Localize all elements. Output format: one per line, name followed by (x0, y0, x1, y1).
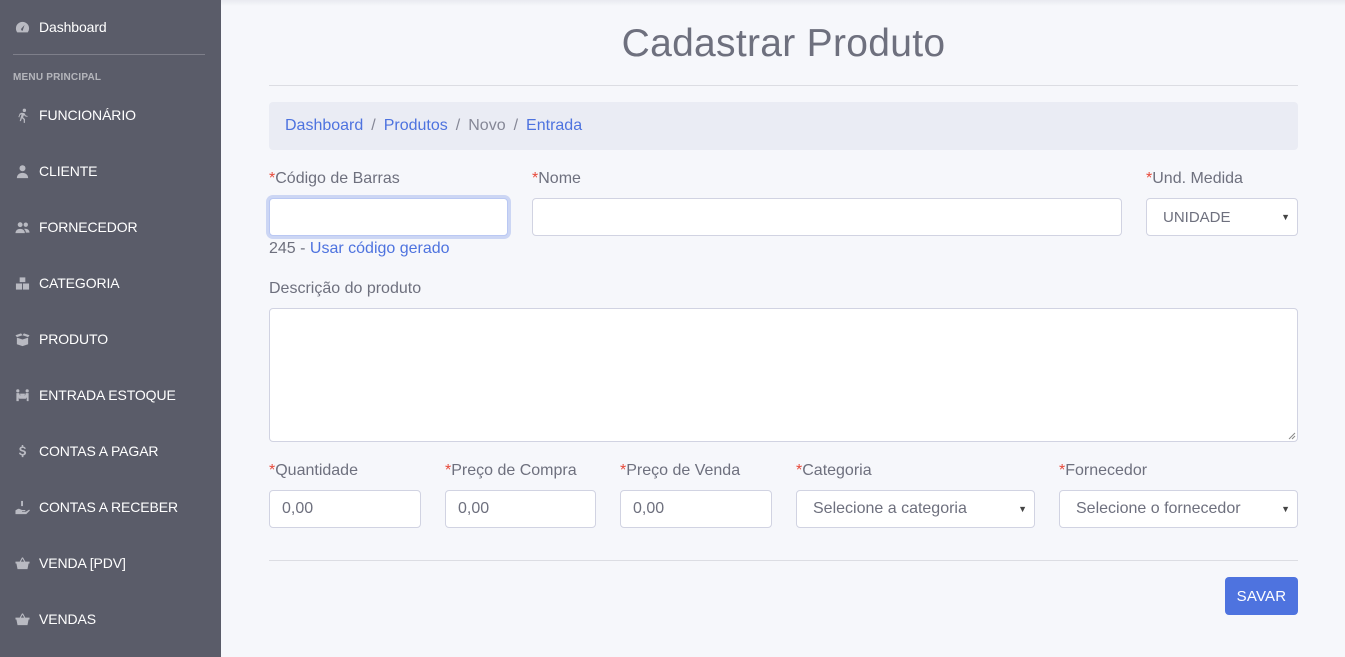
name-input[interactable] (532, 198, 1122, 236)
quantity-label: *Quantidade (269, 462, 358, 480)
sidebar-item-label: FUNCIONÁRIO (39, 107, 136, 123)
sidebar-item-label: CATEGORIA (39, 275, 120, 291)
quantity-input[interactable] (269, 490, 421, 528)
cubes-icon (14, 275, 30, 291)
sidebar-divider (13, 54, 205, 55)
sale-price-label-text: Preço de Venda (626, 462, 741, 479)
supplier-label-text: Fornecedor (1065, 462, 1148, 479)
shopping-basket-icon (14, 611, 30, 627)
breadcrumb-separator: / (513, 117, 519, 134)
sidebar-item-label: FORNECEDOR (39, 219, 138, 235)
unit-select-value: UNIDADE (1163, 208, 1231, 226)
sale-price-label: *Preço de Venda (620, 462, 740, 480)
breadcrumb-produtos[interactable]: Produtos (384, 117, 448, 135)
barcode-input[interactable] (269, 198, 508, 236)
generated-code-number: 245 (269, 240, 296, 257)
title-divider (269, 85, 1298, 86)
tachometer-icon (14, 19, 30, 35)
sidebar-item-label: PRODUTO (39, 331, 109, 347)
form-divider (269, 560, 1298, 561)
unit-label: *Und. Medida (1146, 170, 1243, 188)
category-label: *Categoria (796, 462, 872, 480)
resize-handle-icon[interactable] (1287, 431, 1296, 440)
breadcrumb-separator: / (455, 117, 461, 134)
name-label: *Nome (532, 170, 581, 188)
barcode-label: *Código de Barras (269, 170, 400, 188)
breadcrumb-entrada[interactable]: Entrada (526, 117, 582, 135)
box-open-icon (14, 331, 30, 347)
category-label-text: Categoria (802, 462, 872, 479)
sidebar-item-dashboard[interactable]: Dashboard (0, 7, 221, 47)
sidebar-item-label: CONTAS A RECEBER (39, 499, 178, 515)
sidebar-item-label: Dashboard (39, 19, 107, 35)
quantity-label-text: Quantidade (275, 462, 358, 479)
unit-label-text: Und. Medida (1152, 170, 1243, 187)
barcode-label-text: Código de Barras (275, 170, 400, 187)
sidebar-item-cliente[interactable]: CLIENTE (0, 151, 221, 191)
shopping-basket-icon (14, 555, 30, 571)
hand-holding-icon (14, 499, 30, 515)
sidebar-item-fornecedor[interactable]: FORNECEDOR (0, 207, 221, 247)
sidebar-item-contas-a-receber[interactable]: CONTAS A RECEBER (0, 487, 221, 527)
generated-code-dash: - (295, 240, 310, 257)
sidebar-item-label: VENDA [PDV] (39, 555, 126, 571)
supplier-select-value: Selecione o fornecedor (1076, 500, 1241, 517)
purchase-price-input[interactable] (445, 490, 596, 528)
purchase-price-label: *Preço de Compra (445, 462, 577, 480)
generated-code: 245 - Usar código gerado (269, 240, 450, 258)
breadcrumb-novo: Novo (468, 117, 506, 134)
topbar-shadow (221, 0, 1345, 6)
breadcrumb: Dashboard / Produtos / Novo / Entrada (269, 102, 1298, 150)
sidebar-item-contas-a-pagar[interactable]: CONTAS A PAGAR (0, 431, 221, 471)
description-textarea[interactable] (269, 308, 1298, 442)
sidebar-item-produto[interactable]: PRODUTO (0, 319, 221, 359)
sidebar-item-label: CONTAS A PAGAR (39, 443, 159, 459)
use-generated-code-link[interactable]: Usar código gerado (310, 240, 450, 257)
sidebar: Dashboard MENU PRINCIPAL FUNCIONÁRIO CLI… (0, 0, 221, 657)
user-icon (14, 163, 30, 179)
users-icon (14, 219, 30, 235)
sidebar-item-label: ENTRADA ESTOQUE (39, 387, 176, 403)
sidebar-item-label: CLIENTE (39, 163, 98, 179)
category-select-value: Selecione a categoria (813, 500, 967, 517)
supplier-label: *Fornecedor (1059, 462, 1147, 480)
name-label-text: Nome (538, 170, 581, 187)
sidebar-item-vendas[interactable]: VENDAS (0, 599, 221, 639)
description-label: Descrição do produto (269, 280, 422, 297)
purchase-price-label-text: Preço de Compra (451, 462, 577, 479)
dollar-icon (14, 443, 30, 459)
sidebar-item-entrada-estoque[interactable]: ENTRADA ESTOQUE (0, 375, 221, 415)
sidebar-item-label: VENDAS (39, 611, 96, 627)
chevron-down-icon: ▼ (1018, 504, 1027, 514)
chevron-down-icon: ▼ (1281, 504, 1290, 514)
sidebar-item-venda-pdv[interactable]: VENDA [PDV] (0, 543, 221, 583)
breadcrumb-separator: / (371, 117, 376, 134)
save-button[interactable]: SAVAR (1225, 577, 1298, 615)
breadcrumb-dashboard[interactable]: Dashboard (285, 117, 363, 135)
people-carry-icon (14, 387, 30, 403)
category-select[interactable]: Selecione a categoria ▼ (796, 490, 1035, 528)
page-title: Cadastrar Produto (621, 22, 946, 65)
sidebar-heading: MENU PRINCIPAL (13, 72, 102, 83)
running-person-icon (14, 107, 30, 123)
unit-select[interactable]: UNIDADE ▼ (1146, 198, 1298, 236)
chevron-down-icon: ▼ (1281, 212, 1290, 222)
sale-price-input[interactable] (620, 490, 772, 528)
sidebar-item-funcionario[interactable]: FUNCIONÁRIO (0, 95, 221, 135)
supplier-select[interactable]: Selecione o fornecedor ▼ (1059, 490, 1298, 528)
sidebar-item-categoria[interactable]: CATEGORIA (0, 263, 221, 303)
